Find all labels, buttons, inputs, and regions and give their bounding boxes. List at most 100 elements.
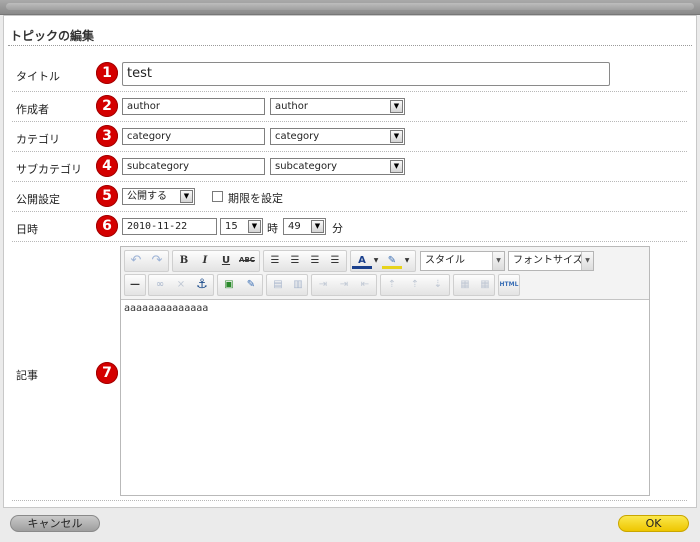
- row-subcategory: サブカテゴリ 4 subcategory subcategory ▼: [12, 151, 687, 182]
- chevron-down-icon[interactable]: ▼: [248, 220, 261, 233]
- hr-group: —: [124, 274, 146, 296]
- unlink-icon[interactable]: ⨯: [171, 275, 191, 295]
- row-title: タイトル 1 test: [12, 56, 687, 92]
- category-select-value: category: [275, 131, 320, 142]
- chevron-down-icon[interactable]: ▼: [390, 130, 403, 143]
- fontsize-select[interactable]: フォントサイズ ▼: [508, 251, 594, 271]
- title-input[interactable]: test: [122, 62, 610, 86]
- align-left-icon[interactable]: ☰: [265, 251, 285, 271]
- style-select[interactable]: スタイル ▼: [420, 251, 505, 271]
- split-cells-icon[interactable]: ▦: [455, 275, 475, 295]
- merge-cells-icon[interactable]: ▦: [475, 275, 495, 295]
- edit-icon[interactable]: ✎: [241, 275, 261, 295]
- subcategory-input[interactable]: subcategory: [122, 158, 265, 175]
- ok-button[interactable]: OK: [618, 515, 689, 532]
- italic-button[interactable]: I: [195, 251, 215, 271]
- chevron-down-icon[interactable]: ▼: [180, 190, 193, 203]
- bold-button[interactable]: B: [174, 251, 194, 271]
- html-source-button[interactable]: HTML: [499, 275, 519, 295]
- author-select[interactable]: author ▼: [270, 98, 405, 115]
- editor-content[interactable]: aaaaaaaaaaaaaa: [124, 303, 208, 314]
- insert-row-before-icon[interactable]: ⇥: [313, 275, 333, 295]
- align-right-icon[interactable]: ☰: [305, 251, 325, 271]
- image-icon[interactable]: ▣: [219, 275, 239, 295]
- align-center-icon[interactable]: ☰: [285, 251, 305, 271]
- underline-button[interactable]: U: [216, 251, 236, 271]
- subcategory-select-value: subcategory: [275, 161, 338, 172]
- marker-5: 5: [96, 185, 118, 207]
- insert-row-after-icon[interactable]: ⇥: [334, 275, 354, 295]
- fontsize-select-value: フォントサイズ: [513, 255, 583, 266]
- author-label: 作成者: [16, 103, 49, 116]
- cancel-button[interactable]: キャンセル: [10, 515, 100, 532]
- row-datetime: 日時 6 2010-11-22 15 ▼ 時 49 ▼ 分: [12, 211, 687, 242]
- expiry-checkbox[interactable]: [212, 191, 223, 202]
- titlebar-grip: [6, 3, 694, 10]
- table-group: ▤ ▥: [266, 274, 308, 296]
- minute-select[interactable]: 49 ▼: [283, 218, 326, 235]
- html-group: HTML: [498, 274, 520, 296]
- align-justify-icon[interactable]: ☰: [325, 251, 345, 271]
- minute-unit: 分: [332, 222, 343, 235]
- chevron-down-icon[interactable]: ▼: [581, 252, 593, 270]
- row-ops-group: ⇥ ⇥ ⇤: [311, 274, 377, 296]
- marker-3: 3: [96, 125, 118, 147]
- chevron-down-icon[interactable]: ▼: [492, 252, 504, 270]
- delete-row-icon[interactable]: ⇤: [355, 275, 375, 295]
- text-color-icon[interactable]: A: [352, 251, 372, 269]
- author-select-value: author: [275, 101, 308, 112]
- hour-select[interactable]: 15 ▼: [220, 218, 263, 235]
- window-titlebar: [0, 0, 700, 15]
- chevron-down-icon[interactable]: ▼: [311, 220, 324, 233]
- row-publish: 公開設定 5 公開する ▼ 期限を設定: [12, 181, 687, 212]
- marker-1: 1: [96, 62, 118, 84]
- minute-select-value: 49: [288, 221, 301, 232]
- merge-group: ▦ ▦: [453, 274, 495, 296]
- link-group: ∞ ⨯ ⚓: [148, 274, 214, 296]
- style-select-value: スタイル: [425, 255, 465, 266]
- editor-toolbar: ↶ ↷ B I U ABC ☰ ☰ ☰ ☰ A ▼ ✎ ▼ スタイル ▼ フォン…: [121, 247, 649, 300]
- strikethrough-button[interactable]: ABC: [237, 251, 257, 271]
- row-category: カテゴリ 3 category category ▼: [12, 121, 687, 152]
- undo-redo-group: ↶ ↷: [124, 250, 169, 272]
- subcategory-select[interactable]: subcategory ▼: [270, 158, 405, 175]
- publish-label: 公開設定: [16, 193, 60, 206]
- subcategory-label: サブカテゴリ: [16, 163, 82, 176]
- marker-7: 7: [96, 362, 118, 384]
- text-style-group: B I U ABC: [172, 250, 260, 272]
- chevron-down-icon[interactable]: ▼: [371, 251, 381, 271]
- page-title: トピックの編集: [10, 29, 95, 43]
- category-select[interactable]: category ▼: [270, 128, 405, 145]
- table-icon[interactable]: ▤: [268, 275, 288, 295]
- date-input[interactable]: 2010-11-22: [122, 218, 217, 235]
- marker-2: 2: [96, 95, 118, 117]
- color-group: A ▼ ✎ ▼: [350, 250, 416, 272]
- horizontal-rule-icon[interactable]: —: [125, 275, 145, 295]
- redo-icon[interactable]: ↷: [147, 251, 167, 271]
- media-group: ▣ ✎: [217, 274, 263, 296]
- marker-6: 6: [96, 215, 118, 237]
- chevron-down-icon[interactable]: ▼: [390, 100, 403, 113]
- chevron-down-icon[interactable]: ▼: [402, 251, 412, 271]
- insert-col-after-icon[interactable]: ⇡: [405, 275, 425, 295]
- chevron-down-icon[interactable]: ▼: [390, 160, 403, 173]
- marker-4: 4: [96, 155, 118, 177]
- hour-unit: 時: [267, 222, 278, 235]
- col-ops-group: ⇡ ⇡ ⇣: [380, 274, 450, 296]
- highlight-color-icon[interactable]: ✎: [382, 251, 402, 269]
- expiry-checkbox-label: 期限を設定: [228, 192, 283, 205]
- anchor-icon[interactable]: ⚓: [192, 275, 212, 295]
- category-label: カテゴリ: [16, 133, 60, 146]
- insert-col-before-icon[interactable]: ⇡: [382, 275, 402, 295]
- author-input[interactable]: author: [122, 98, 265, 115]
- heading-divider: [8, 45, 692, 46]
- delete-col-icon[interactable]: ⇣: [428, 275, 448, 295]
- category-input[interactable]: category: [122, 128, 265, 145]
- row-author: 作成者 2 author author ▼: [12, 91, 687, 122]
- link-icon[interactable]: ∞: [150, 275, 170, 295]
- rich-text-editor[interactable]: ↶ ↷ B I U ABC ☰ ☰ ☰ ☰ A ▼ ✎ ▼ スタイル ▼ フォン…: [120, 246, 650, 496]
- title-label: タイトル: [16, 70, 60, 83]
- table-cell-icon[interactable]: ▥: [288, 275, 308, 295]
- undo-icon[interactable]: ↶: [126, 251, 146, 271]
- publish-select[interactable]: 公開する ▼: [122, 188, 195, 205]
